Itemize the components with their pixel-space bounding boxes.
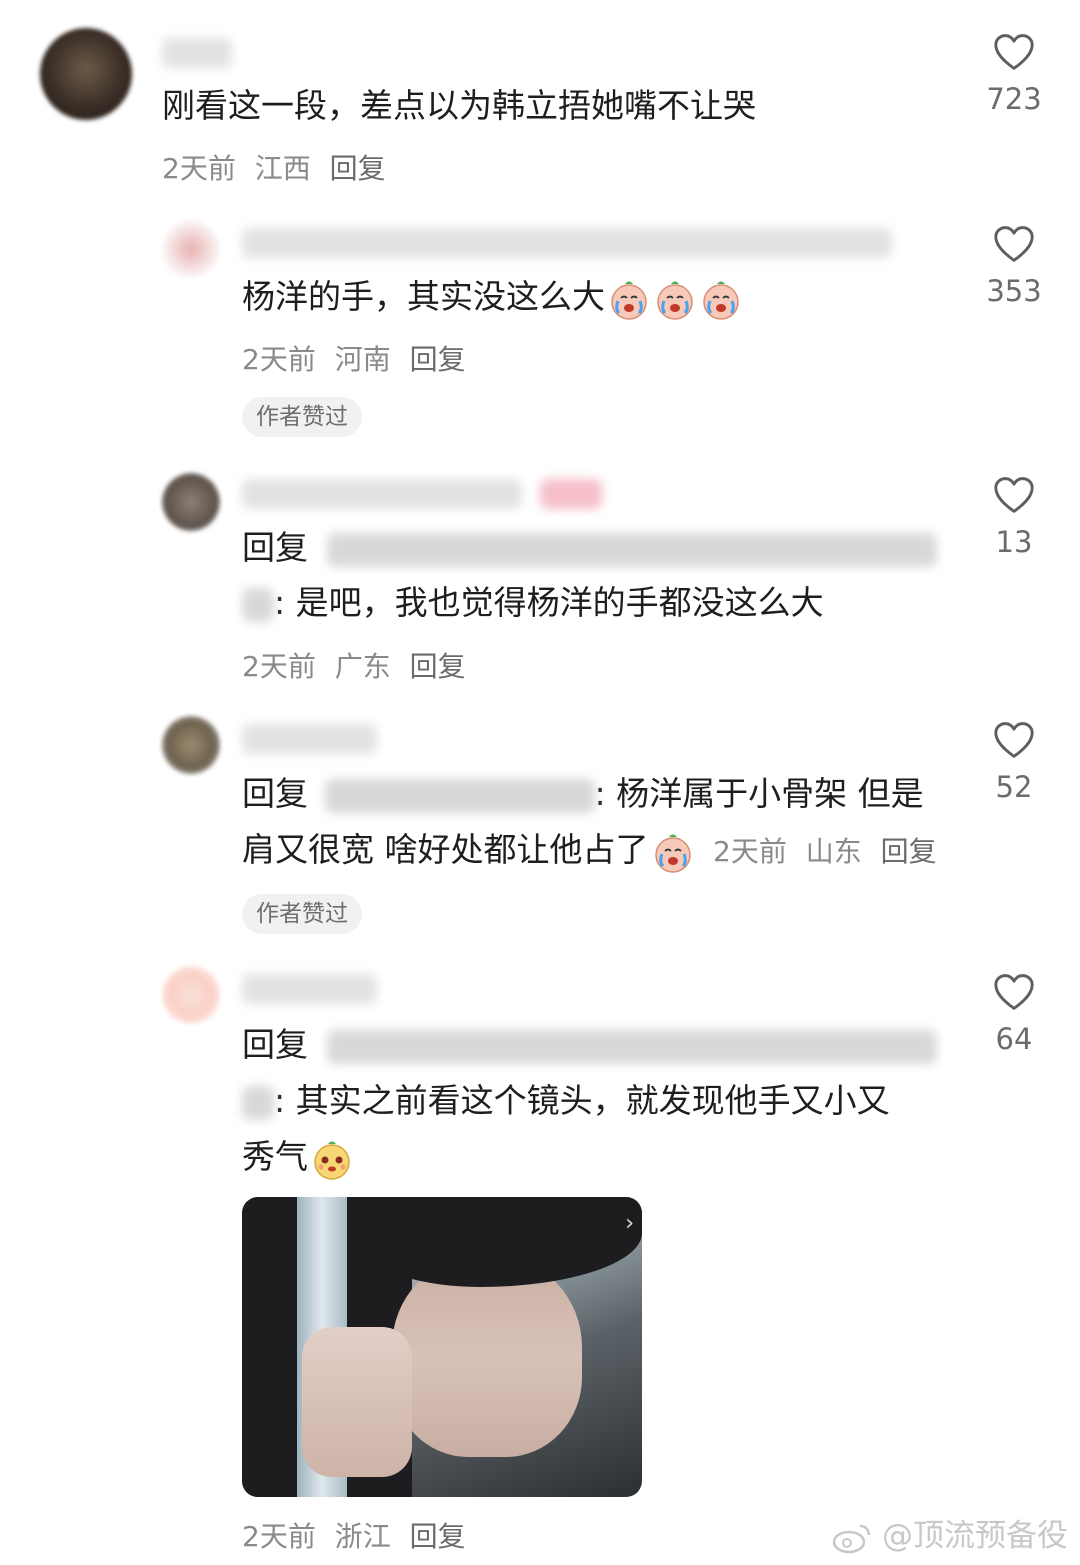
reply-prefix: 回复 xyxy=(242,1025,308,1064)
comment-location: 河南 xyxy=(334,343,391,376)
expand-arrow-icon: › xyxy=(625,1211,634,1236)
heart-icon xyxy=(992,475,1036,515)
comment-time: 2天前 xyxy=(242,1520,316,1553)
comment-location: 山东 xyxy=(805,835,862,868)
crying-face-emoji xyxy=(699,277,743,321)
comment-text-line: 回复 : 杨洋属于小骨架 但是 xyxy=(242,766,924,822)
comment-location: 江西 xyxy=(254,152,311,185)
cute-face-emoji xyxy=(310,1137,354,1181)
comment-item: 回复 : 杨洋属于小骨架 但是 肩又很宽 啥好处都让他占了 2天前 山东 回复 … xyxy=(0,710,1080,950)
crying-face-emoji xyxy=(607,277,651,321)
comment-text-line: 回复 xyxy=(242,1017,937,1073)
comment-item: 刚看这一段，差点以为韩立捂她嘴不让哭 2天前 江西 回复 723 xyxy=(0,0,1080,190)
heart-icon xyxy=(992,720,1036,760)
watermark: @顶流预备役 xyxy=(832,1510,1068,1555)
comment-time: 2天前 xyxy=(713,835,787,868)
user-tag-blurred xyxy=(540,479,602,509)
comment-text-content: 秀气 xyxy=(242,1137,308,1176)
username-blurred[interactable] xyxy=(242,479,522,509)
image-hand xyxy=(302,1327,412,1477)
heart-icon xyxy=(992,972,1036,1012)
reply-button[interactable]: 回复 xyxy=(410,343,466,376)
comment-text-content: : 杨洋属于小骨架 但是 xyxy=(594,774,924,813)
comment-text-line: : 其实之前看这个镜头，就发现他手又小又 xyxy=(242,1073,890,1129)
reply-prefix: 回复 xyxy=(242,774,308,813)
like-button[interactable]: 52 xyxy=(964,720,1064,804)
comment-time: 2天前 xyxy=(242,343,316,376)
avatar[interactable] xyxy=(162,473,220,531)
reply-button[interactable]: 回复 xyxy=(330,152,386,185)
avatar[interactable] xyxy=(40,28,132,120)
reply-target-blurred[interactable] xyxy=(242,587,274,622)
comment-meta: 2天前 山东 回复 xyxy=(713,835,947,868)
like-count: 64 xyxy=(995,1022,1033,1056)
username-blurred[interactable] xyxy=(162,38,232,68)
crying-face-emoji xyxy=(651,830,695,874)
comment-image[interactable]: › xyxy=(242,1197,642,1497)
comment-meta: 2天前 浙江 回复 xyxy=(242,1515,476,1555)
like-count: 13 xyxy=(995,525,1033,559)
comment-location: 广东 xyxy=(334,650,391,683)
heart-icon xyxy=(992,224,1036,264)
comment-text-line: : 是吧，我也觉得杨洋的手都没这么大 xyxy=(242,575,824,631)
watermark-text: @顶流预备役 xyxy=(882,1518,1068,1554)
comment-text-content: : 其实之前看这个镜头，就发现他手又小又 xyxy=(274,1081,890,1120)
reply-target-blurred[interactable] xyxy=(326,532,937,567)
comment-meta: 2天前 广东 回复 xyxy=(242,645,476,685)
like-count: 723 xyxy=(986,82,1042,116)
comment-time: 2天前 xyxy=(162,152,236,185)
heart-icon xyxy=(992,32,1036,72)
comment-meta: 2天前 江西 回复 xyxy=(162,147,396,187)
like-count: 52 xyxy=(995,770,1033,804)
comment-text-content: 杨洋的手，其实没这么大 xyxy=(242,277,605,316)
comment-meta: 2天前 河南 回复 xyxy=(242,338,476,378)
author-liked-badge: 作者赞过 xyxy=(242,894,362,934)
like-button[interactable]: 353 xyxy=(964,224,1064,308)
image-face xyxy=(392,1257,582,1457)
username-blurred[interactable] xyxy=(242,974,377,1004)
reply-button[interactable]: 回复 xyxy=(410,650,466,683)
avatar[interactable] xyxy=(162,716,220,774)
reply-target-blurred[interactable] xyxy=(326,1029,937,1064)
comment-location: 浙江 xyxy=(334,1520,391,1553)
like-button[interactable]: 723 xyxy=(964,32,1064,116)
reply-prefix: 回复 xyxy=(242,528,308,567)
like-button[interactable]: 13 xyxy=(964,475,1064,559)
like-count: 353 xyxy=(986,274,1042,308)
comment-item: 回复 : 是吧，我也觉得杨洋的手都没这么大 2天前 广东 回复 13 xyxy=(0,465,1080,695)
reply-button[interactable]: 回复 xyxy=(881,835,937,868)
like-button[interactable]: 64 xyxy=(964,972,1064,1056)
comment-text: 刚看这一段，差点以为韩立捂她嘴不让哭 xyxy=(162,86,756,125)
comment-time: 2天前 xyxy=(242,650,316,683)
reply-button[interactable]: 回复 xyxy=(410,1520,466,1553)
reply-target-blurred[interactable] xyxy=(242,1085,274,1120)
comment-text: 杨洋的手，其实没这么大 xyxy=(242,269,743,325)
image-bangs xyxy=(372,1197,642,1287)
avatar[interactable] xyxy=(162,966,220,1024)
username-blurred[interactable] xyxy=(242,724,377,754)
username-blurred[interactable] xyxy=(242,228,892,258)
comment-text-line: 回复 xyxy=(242,520,937,576)
comment-text-line: 秀气 xyxy=(242,1129,354,1185)
comment-text-content: : 是吧，我也觉得杨洋的手都没这么大 xyxy=(274,583,824,622)
avatar[interactable] xyxy=(162,220,220,278)
author-liked-badge: 作者赞过 xyxy=(242,397,362,437)
comment-text-line: 肩又很宽 啥好处都让他占了 2天前 山东 回复 xyxy=(242,822,947,880)
weibo-icon xyxy=(832,1524,871,1553)
comment-item: 杨洋的手，其实没这么大 2天前 河南 回复 作者赞过 353 xyxy=(0,210,1080,450)
comment-text-content: 肩又很宽 啥好处都让他占了 xyxy=(242,830,649,869)
reply-target-blurred[interactable] xyxy=(324,778,595,813)
crying-face-emoji xyxy=(653,277,697,321)
